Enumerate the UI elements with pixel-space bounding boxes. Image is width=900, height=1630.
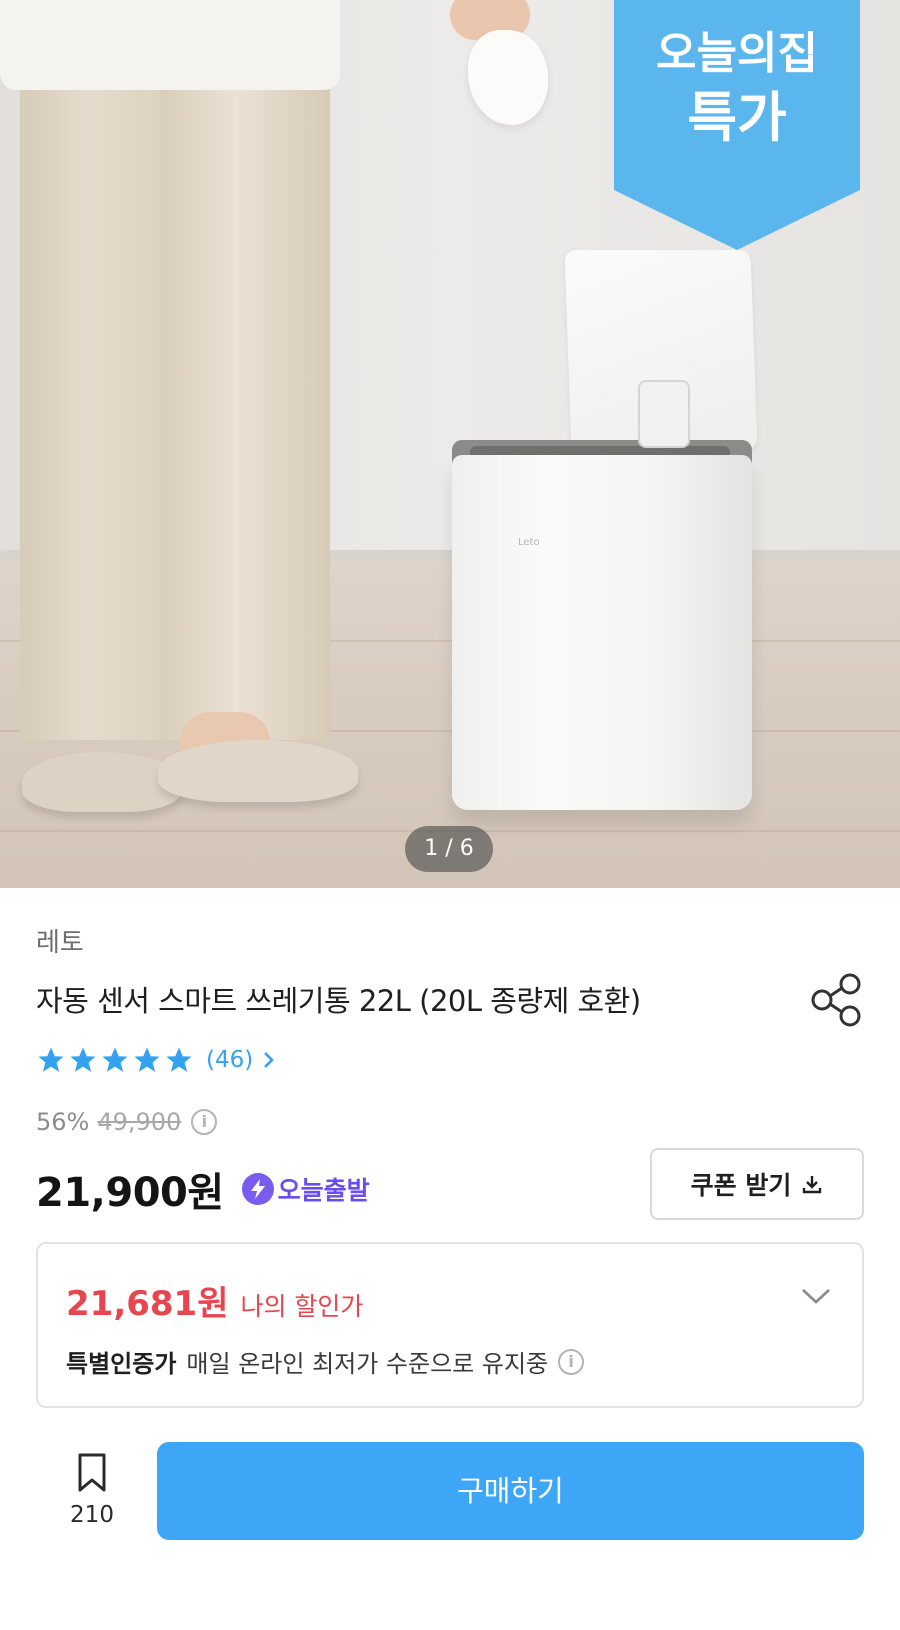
star-rating: [36, 1045, 194, 1075]
coupon-label: 쿠폰 받기: [690, 1171, 792, 1200]
chevron-down-icon[interactable]: [800, 1286, 832, 1306]
photo-bin-body: [452, 455, 752, 810]
photo-person-shirt: [0, 0, 340, 90]
star-icon: [166, 1047, 192, 1072]
review-count[interactable]: (46): [206, 1047, 253, 1073]
photo-person-leg: [160, 40, 330, 740]
info-icon[interactable]: i: [191, 1109, 218, 1135]
star-icon: [70, 1047, 96, 1072]
special-deal-badge: 오늘의집 특가: [614, 0, 860, 250]
delivery-label: 오늘출발: [277, 1176, 370, 1205]
star-icon: [134, 1047, 160, 1072]
certified-price-line: 특별인증가 매일 온라인 최저가 수준으로 유지중 i: [66, 1344, 585, 1379]
sale-price: 21,900원: [36, 1170, 224, 1216]
product-title: 자동 센서 스마트 쓰레기통 22L (20L 종량제 호환): [36, 984, 641, 1018]
price-row: 21,900원 오늘출발: [36, 1160, 370, 1218]
delivery-badge: 오늘출발: [241, 1171, 370, 1207]
product-image-carousel[interactable]: Leto 오늘의집 특가 1 / 6: [0, 0, 900, 888]
star-icon: [38, 1047, 64, 1072]
info-icon[interactable]: i: [558, 1348, 585, 1375]
share-button[interactable]: [808, 970, 864, 1030]
bookmark-icon: [78, 1453, 106, 1492]
get-coupon-button[interactable]: 쿠폰 받기: [650, 1148, 864, 1220]
bookmark-button[interactable]: 210: [52, 1452, 132, 1536]
my-discount-label: 나의 할인가: [240, 1292, 364, 1321]
brand-name[interactable]: 레토: [36, 922, 84, 959]
badge-line2: 특가: [687, 86, 787, 149]
download-icon: [803, 1176, 822, 1194]
my-discount-price: 21,681원: [66, 1284, 229, 1324]
photo-bin-sensor: [638, 380, 690, 448]
discount-row: 56% 49,900 i: [36, 1108, 218, 1136]
badge-line1: 오늘의집: [656, 28, 818, 79]
chevron-right-icon: [264, 1052, 275, 1068]
original-price: 49,900: [97, 1108, 182, 1136]
photo-bin-logo: Leto: [518, 537, 540, 548]
certified-price-label: 특별인증가: [66, 1350, 177, 1378]
share-icon: [811, 973, 861, 1027]
buy-button[interactable]: 구매하기: [157, 1442, 864, 1540]
bolt-icon: [241, 1173, 274, 1205]
my-discount-price-box[interactable]: 21,681원 나의 할인가 특별인증가 매일 온라인 최저가 수준으로 유지중…: [36, 1242, 864, 1408]
badge-text: 오늘의집 특가: [614, 22, 860, 150]
photo-slipper: [158, 740, 358, 802]
certified-price-desc: 매일 온라인 최저가 수준으로 유지중: [186, 1350, 549, 1378]
image-counter: 1 / 6: [405, 826, 493, 872]
star-icon: [102, 1047, 128, 1072]
rating-row[interactable]: (46): [36, 1044, 277, 1076]
my-price-line: 21,681원 나의 할인가: [66, 1276, 363, 1325]
bookmark-count: 210: [70, 1502, 114, 1528]
discount-percent: 56%: [36, 1108, 90, 1136]
